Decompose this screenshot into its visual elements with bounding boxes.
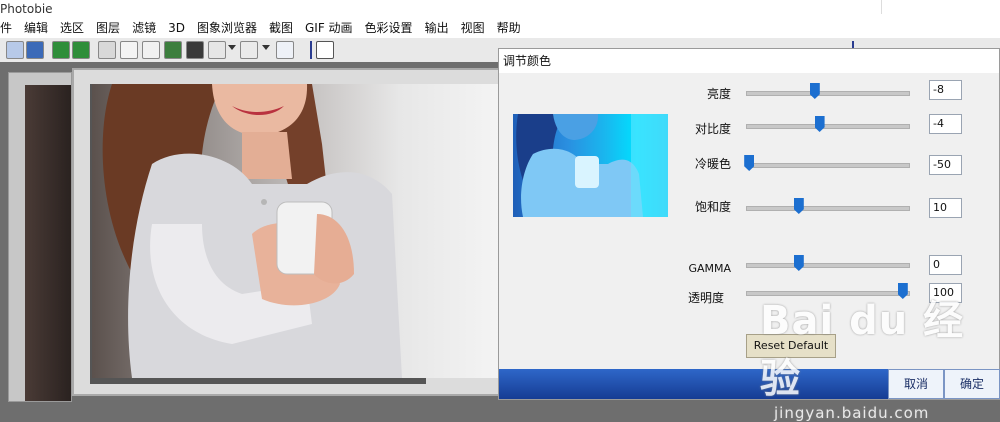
title-bar-search-box	[881, 0, 1000, 14]
undo-icon[interactable]	[52, 41, 70, 59]
menu-item-screenshot[interactable]: 截图	[262, 18, 298, 38]
opacity-slider-track[interactable]	[746, 291, 910, 296]
opacity-value-input[interactable]: 100	[929, 283, 962, 303]
menu-item-image-browser[interactable]: 图象浏览器	[190, 18, 262, 38]
ok-button[interactable]: 确定	[944, 369, 1000, 399]
close-icon[interactable]	[316, 41, 334, 59]
woman-with-phone-photo	[102, 84, 402, 378]
clipboard-icon[interactable]	[208, 41, 226, 59]
warmth-value-input[interactable]: -50	[929, 155, 962, 175]
brightness-value-input[interactable]: -8	[929, 80, 962, 100]
background-image	[25, 85, 71, 401]
menu-item-filter[interactable]: 滤镜	[125, 18, 161, 38]
menu-bar: 件编辑 选区 图层 滤镜 3D 图象浏览器 截图 GIF 动画 色彩设置 输出 视图 帮助	[0, 18, 1000, 38]
menu-item-help[interactable]: 帮助	[490, 18, 526, 38]
menu-item-file[interactable]: 件	[0, 18, 17, 38]
watermark-url: jingyan.baidu.com	[774, 404, 930, 422]
photo-canvas[interactable]	[92, 84, 502, 378]
contrast-label: 对比度	[694, 122, 731, 136]
gamma-slider-track[interactable]	[746, 263, 910, 268]
menu-item-layer[interactable]: 图层	[89, 18, 125, 38]
menu-item-output[interactable]: 输出	[418, 18, 454, 38]
gamma-slider-thumb[interactable]	[793, 255, 804, 271]
monitor-icon[interactable]	[6, 41, 24, 59]
color-preview-image	[513, 114, 668, 217]
dialog-title: 调节颜色	[499, 49, 999, 73]
warmth-slider-track[interactable]	[746, 163, 910, 168]
opacity-slider-thumb[interactable]	[897, 283, 908, 299]
chevron-down-icon[interactable]	[262, 45, 270, 50]
reset-default-button[interactable]: Reset Default	[746, 334, 836, 358]
contrast-value-input[interactable]: -4	[929, 114, 962, 134]
gamma-value-input[interactable]: 0	[929, 255, 962, 275]
contrast-slider-track[interactable]	[746, 124, 910, 129]
background-image-window[interactable]	[8, 72, 72, 402]
gamma-label: GAMMA	[688, 262, 731, 275]
menu-item-view[interactable]: 视图	[454, 18, 490, 38]
save-icon[interactable]	[26, 41, 44, 59]
zoom-out-icon[interactable]	[240, 41, 258, 59]
warmth-slider-thumb[interactable]	[744, 155, 755, 171]
title-bar: Photobie	[0, 0, 1000, 18]
menu-item-color-settings[interactable]: 色彩设置	[358, 18, 418, 38]
app-title: Photobie	[0, 2, 53, 16]
saturation-slider-thumb[interactable]	[793, 198, 804, 214]
adjust-color-dialog: 调节颜色 亮度 -8 对比度 -4 冷暖色 -50 饱和度 10 GAMMA 0…	[498, 48, 1000, 400]
preview-photo	[516, 114, 668, 217]
paste-icon[interactable]	[186, 41, 204, 59]
chevron-down-icon[interactable]	[228, 45, 236, 50]
saturation-label: 饱和度	[694, 200, 731, 214]
menu-item-gif-animation[interactable]: GIF 动画	[298, 18, 358, 38]
contrast-slider-thumb[interactable]	[814, 116, 825, 132]
grid-icon[interactable]	[98, 41, 116, 59]
opacity-label: 透明度	[687, 291, 724, 305]
menu-item-edit[interactable]: 编辑	[17, 18, 53, 38]
menu-item-selection[interactable]: 选区	[53, 18, 89, 38]
saturation-slider-track[interactable]	[746, 206, 910, 211]
saturation-value-input[interactable]: 10	[929, 198, 962, 218]
menu-item-3d[interactable]: 3D	[161, 18, 190, 38]
cancel-button[interactable]: 取消	[888, 369, 944, 399]
copy-icon[interactable]	[120, 41, 138, 59]
warmth-label: 冷暖色	[694, 157, 731, 171]
redo-icon[interactable]	[72, 41, 90, 59]
toolbar-divider	[310, 41, 312, 59]
brightness-label: 亮度	[706, 87, 731, 101]
brightness-slider-track[interactable]	[746, 91, 910, 96]
doc-icon[interactable]	[142, 41, 160, 59]
zoom-icon[interactable]	[276, 41, 294, 59]
cut-icon[interactable]	[164, 41, 182, 59]
brightness-slider-thumb[interactable]	[809, 83, 820, 99]
